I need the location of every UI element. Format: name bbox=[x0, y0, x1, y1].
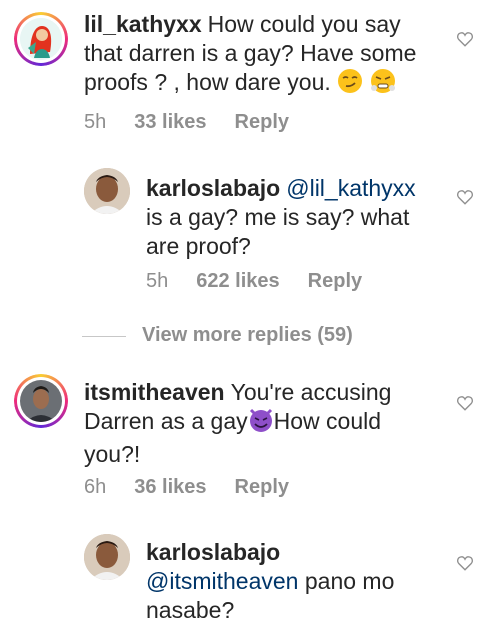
story-ring bbox=[14, 374, 68, 428]
comment-time: 6h bbox=[84, 476, 107, 498]
mention-link[interactable]: @lil_kathyxx bbox=[286, 175, 415, 201]
likes-count[interactable]: 33 likes bbox=[134, 111, 206, 133]
heart-outline-icon[interactable] bbox=[456, 554, 474, 572]
comment-text: karloslabajo @itsmitheaven pano mo nasab… bbox=[146, 538, 436, 625]
comment-body: is a gay? me is say? what are proof? bbox=[146, 204, 410, 259]
divider-line bbox=[82, 336, 126, 337]
comment-username[interactable]: itsmitheaven bbox=[84, 379, 225, 405]
reply-karloslabajo-2: karloslabajo @itsmitheaven pano mo nasab… bbox=[0, 530, 500, 630]
comment-username[interactable]: lil_kathyxx bbox=[84, 11, 202, 37]
man-portrait-avatar-icon bbox=[20, 380, 62, 422]
comment-text: lil_kathyxx How could you say that darren… bbox=[84, 10, 444, 101]
likes-count[interactable]: 622 likes bbox=[196, 270, 279, 292]
view-more-label[interactable]: View more replies (59) bbox=[142, 324, 353, 347]
reply-button[interactable]: Reply bbox=[308, 270, 362, 292]
comment-itsmitheaven: itsmitheaven You're accusing Darren as a … bbox=[0, 370, 500, 520]
comment-lil-kathyxx: lil_kathyxx How could you say that darren… bbox=[0, 0, 500, 150]
reply-button[interactable]: Reply bbox=[235, 111, 289, 133]
comment-time: 5h bbox=[84, 111, 107, 133]
reply-karloslabajo-1: karloslabajo @lil_kathyxx is a gay? me is… bbox=[0, 160, 500, 320]
smirking-face-emoji bbox=[337, 68, 363, 101]
view-more-replies[interactable]: View more replies (59) bbox=[82, 324, 382, 348]
avatar[interactable] bbox=[14, 374, 68, 428]
face-with-steam-emoji bbox=[370, 68, 396, 101]
man-portrait-avatar-icon bbox=[84, 534, 130, 580]
comment-username[interactable]: karloslabajo bbox=[146, 539, 280, 565]
mention-link[interactable]: @itsmitheaven bbox=[146, 568, 298, 594]
heart-outline-icon[interactable] bbox=[456, 394, 474, 412]
comment-meta: 5h 33 likes Reply bbox=[84, 111, 317, 134]
heart-outline-icon[interactable] bbox=[456, 30, 474, 48]
comment-username[interactable]: karloslabajo bbox=[146, 175, 280, 201]
reply-button[interactable]: Reply bbox=[235, 476, 289, 498]
cartoon-girl-avatar-icon bbox=[20, 18, 62, 60]
man-portrait-avatar-icon bbox=[84, 168, 130, 214]
comment-meta: 6h 36 likes Reply bbox=[84, 476, 317, 499]
avatar[interactable] bbox=[84, 168, 130, 214]
story-ring bbox=[14, 12, 68, 66]
heart-outline-icon[interactable] bbox=[456, 188, 474, 206]
comment-text: karloslabajo @lil_kathyxx is a gay? me is… bbox=[146, 174, 436, 261]
avatar[interactable] bbox=[14, 12, 68, 66]
comment-text: itsmitheaven You're accusing Darren as a … bbox=[84, 378, 434, 469]
comment-time: 5h bbox=[146, 270, 169, 292]
comment-meta: 5h 622 likes Reply bbox=[146, 270, 390, 293]
smiling-imp-emoji bbox=[248, 407, 274, 440]
likes-count[interactable]: 36 likes bbox=[134, 476, 206, 498]
avatar[interactable] bbox=[84, 534, 130, 580]
